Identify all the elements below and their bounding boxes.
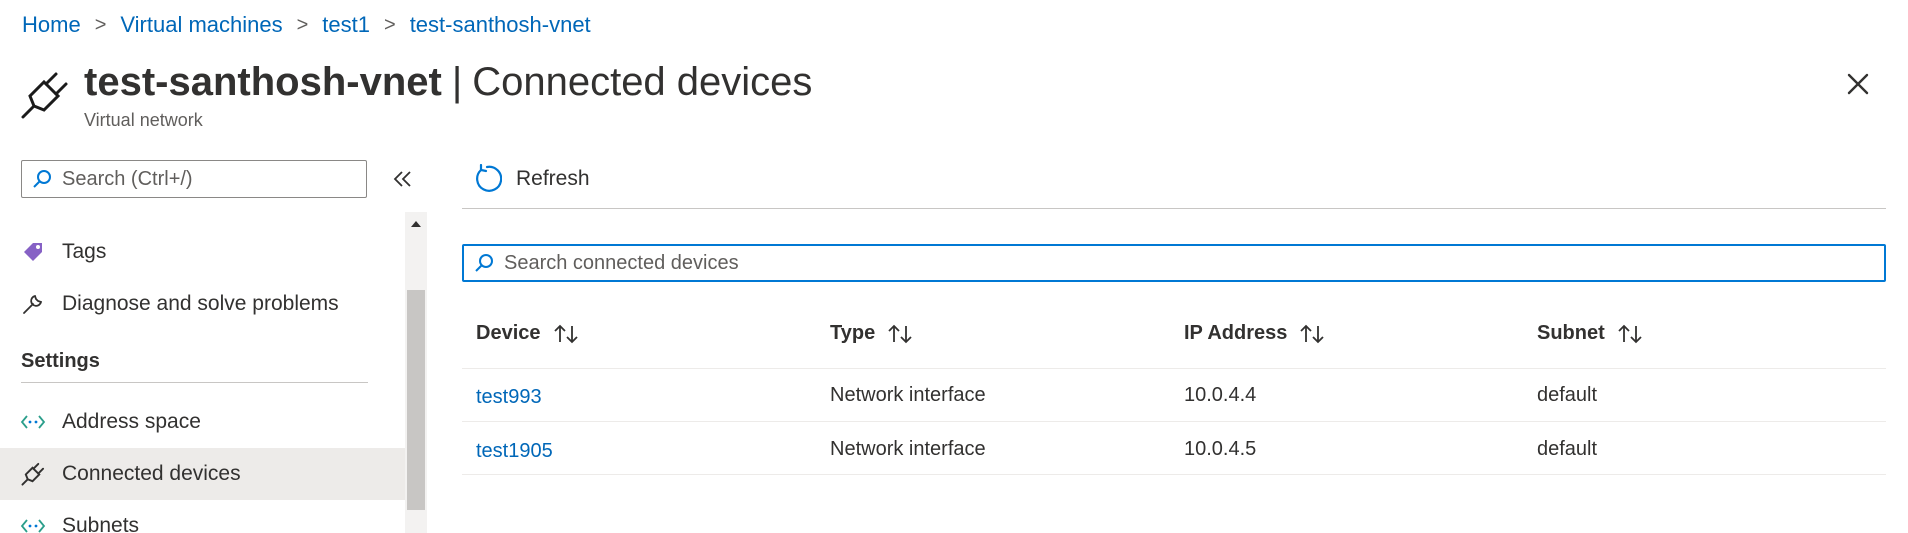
column-label: IP Address xyxy=(1184,322,1288,344)
search-icon xyxy=(475,254,493,272)
resource-name: test-santhosh-vnet xyxy=(84,60,442,104)
table-row-divider xyxy=(462,474,1886,475)
sidebar-item-label: Tags xyxy=(62,240,107,263)
plug-icon xyxy=(21,72,68,119)
sort-icon xyxy=(888,324,912,343)
device-type: Network interface xyxy=(830,384,986,406)
table-row-divider xyxy=(462,421,1886,422)
toolbar-divider xyxy=(462,208,1886,209)
tag-icon xyxy=(20,239,46,265)
sidebar-item-label: Connected devices xyxy=(62,462,241,485)
connected-devices-search[interactable] xyxy=(462,244,1886,282)
device-link[interactable]: test1905 xyxy=(476,440,553,463)
title-separator: | xyxy=(451,60,463,104)
refresh-button[interactable]: Refresh xyxy=(472,158,590,200)
sort-icon xyxy=(1618,324,1642,343)
device-link[interactable]: test993 xyxy=(476,386,542,409)
code-brackets-icon xyxy=(20,513,46,533)
collapse-sidebar-icon[interactable] xyxy=(390,166,416,192)
device-subnet: default xyxy=(1537,384,1598,406)
sidebar-item-connected-devices[interactable]: Connected devices xyxy=(0,448,405,500)
breadcrumb: Home > Virtual machines > test1 > test-s… xyxy=(22,12,591,38)
column-header-device[interactable]: Device xyxy=(476,322,581,345)
sidebar-search-input[interactable] xyxy=(60,166,354,192)
chevron-right-icon: > xyxy=(94,13,107,36)
blade-name: Connected devices xyxy=(472,60,813,104)
sidebar-item-diagnose[interactable]: Diagnose and solve problems xyxy=(0,278,405,330)
connected-devices-search-input[interactable] xyxy=(502,250,1856,276)
search-icon xyxy=(33,170,51,188)
device-ip: 10.0.4.4 xyxy=(1184,384,1257,406)
breadcrumb-test1[interactable]: test1 xyxy=(322,12,370,38)
sort-icon xyxy=(553,324,578,343)
breadcrumb-virtual-machines[interactable]: Virtual machines xyxy=(120,12,282,38)
table-divider xyxy=(462,368,1886,369)
sidebar-search[interactable] xyxy=(21,160,367,198)
sort-icon xyxy=(1300,324,1325,343)
chevron-right-icon: > xyxy=(384,13,396,36)
sidebar-scrollbar-thumb[interactable] xyxy=(407,290,425,510)
code-brackets-icon xyxy=(20,409,46,435)
sidebar-item-label: Subnets xyxy=(62,514,140,533)
plug-icon xyxy=(20,461,46,487)
chevron-right-icon: > xyxy=(296,13,309,36)
device-subnet: default xyxy=(1537,438,1598,460)
device-ip: 10.0.4.5 xyxy=(1184,438,1257,460)
breadcrumb-vnet[interactable]: test-santhosh-vnet xyxy=(410,12,591,38)
refresh-icon xyxy=(476,164,502,192)
breadcrumb-home[interactable]: Home xyxy=(22,12,81,38)
sidebar-item-label: Address space xyxy=(62,410,201,433)
device-type: Network interface xyxy=(830,438,986,460)
sidebar-item-address-space[interactable]: Address space xyxy=(0,396,405,448)
sidebar-item-subnets[interactable]: Subnets xyxy=(0,500,405,533)
column-header-subnet[interactable]: Subnet xyxy=(1537,322,1645,345)
column-header-type[interactable]: Type xyxy=(830,322,915,345)
wrench-icon xyxy=(20,291,46,317)
column-label: Subnet xyxy=(1537,322,1605,344)
section-divider xyxy=(21,382,368,383)
column-label: Type xyxy=(830,322,876,344)
sidebar-nav: Tags Diagnose and solve problems Setting… xyxy=(0,212,428,533)
column-label: Device xyxy=(476,322,541,344)
close-icon[interactable] xyxy=(1840,66,1876,102)
sidebar-item-label: Diagnose and solve problems xyxy=(62,292,339,315)
sidebar-item-tags[interactable]: Tags xyxy=(0,226,405,278)
sidebar-section-settings: Settings xyxy=(21,350,100,372)
page-title: test-santhosh-vnet | Connected devices xyxy=(84,56,812,108)
refresh-label: Refresh xyxy=(516,167,590,190)
resource-type-subtitle: Virtual network xyxy=(84,110,203,130)
column-header-ip-address[interactable]: IP Address xyxy=(1184,322,1327,345)
scroll-up-arrow-icon[interactable] xyxy=(405,214,427,234)
